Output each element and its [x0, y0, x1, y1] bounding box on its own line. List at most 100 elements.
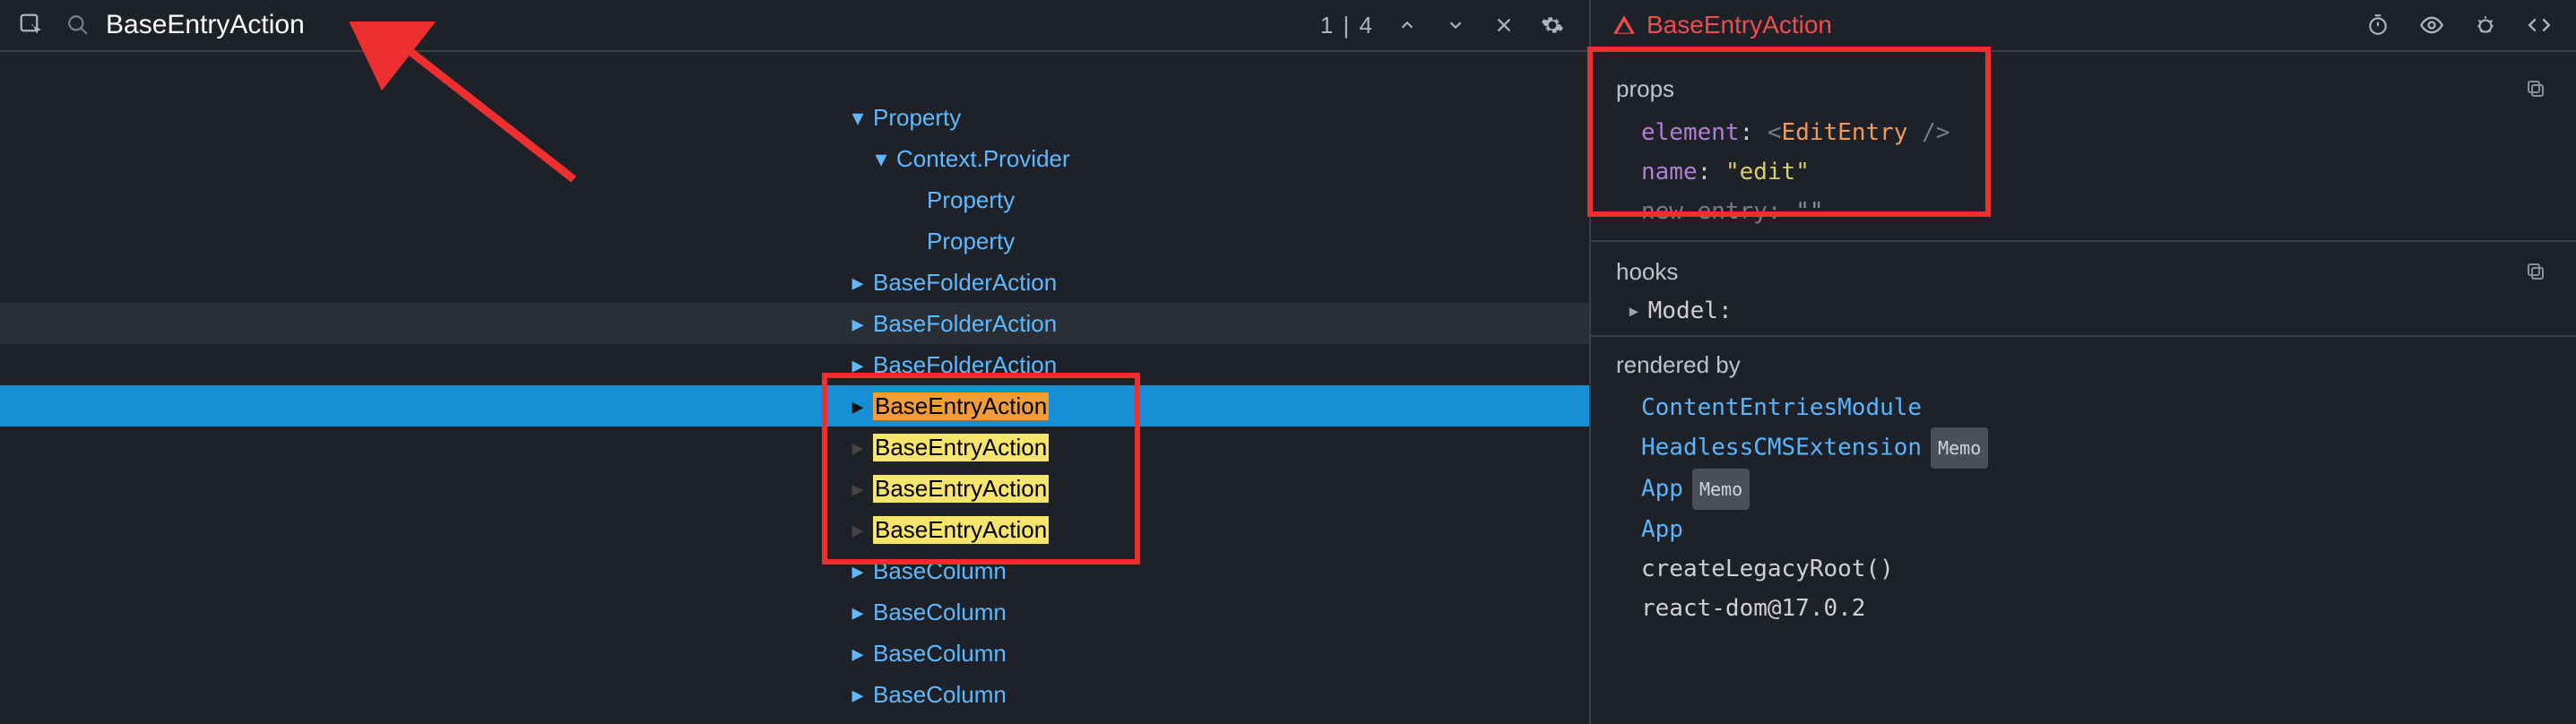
prop-key: element — [1641, 119, 1740, 146]
component-label: BaseFolderAction — [873, 310, 1057, 338]
hooks-section: hooks ▸Model: — [1591, 240, 2576, 326]
search-count: 1 | 4 — [1320, 12, 1374, 39]
search-controls: 1 | 4 — [1320, 10, 1589, 40]
component-tree[interactable]: ▾Property▾Context.ProviderPropertyProper… — [0, 52, 1589, 724]
inspect-element-icon[interactable] — [16, 10, 47, 40]
tree-row[interactable]: Property — [0, 220, 1589, 262]
tree-row[interactable]: Property — [0, 179, 1589, 220]
prop-key: new entry — [1641, 198, 1768, 225]
search-prev-icon[interactable] — [1392, 10, 1422, 40]
hook-model[interactable]: ▸Model: — [1591, 296, 2576, 326]
component-label: BaseColumn — [873, 599, 1007, 626]
prop-new-entry[interactable]: new entry: "" — [1591, 192, 2576, 231]
hooks-label: hooks — [1616, 258, 1678, 286]
caret-right-icon[interactable]: ▸ — [848, 434, 868, 461]
tree-row[interactable]: ▸BaseColumn — [0, 591, 1589, 633]
copy-hooks-icon[interactable] — [2520, 256, 2551, 287]
rendered-by-item-text: react-dom@17.0.2 — [1641, 595, 1865, 622]
prop-name[interactable]: name: "edit" — [1591, 152, 2576, 192]
view-source-icon[interactable] — [2524, 10, 2554, 40]
props-label: props — [1616, 75, 1674, 103]
inspector-title: BaseEntryAction — [1612, 11, 1832, 39]
tree-row[interactable]: ▸BaseColumn — [0, 550, 1589, 591]
caret-right-icon[interactable]: ▸ — [848, 269, 868, 297]
component-label: BaseFolderAction — [873, 269, 1057, 297]
rendered-by-item[interactable]: App — [1641, 510, 2576, 549]
rendered-by-label: rendered by — [1616, 351, 1741, 379]
rendered-by-item-text: App — [1641, 476, 1683, 503]
components-panel: 1 | 4 ▾Property▾Context.Provi — [0, 0, 1591, 724]
component-label: BaseEntryAction — [873, 516, 1049, 544]
rendered-by-list: ContentEntriesModule HeadlessCMSExtension… — [1591, 388, 2576, 628]
tree-row[interactable]: ▸BaseColumn — [0, 715, 1589, 724]
tree-row[interactable]: ▸BaseEntryAction — [0, 427, 1589, 468]
rendered-by-item-text: HeadlessCMSExtension — [1641, 435, 1922, 461]
component-label: Property — [927, 186, 1015, 214]
tree-row[interactable]: ▸BaseFolderAction — [0, 303, 1589, 344]
caret-down-icon[interactable]: ▾ — [871, 145, 891, 173]
caret-right-icon[interactable]: ▸ — [848, 516, 868, 544]
debug-icon[interactable] — [2470, 10, 2501, 40]
tree-row[interactable]: ▾Property — [0, 97, 1589, 138]
component-label: BaseFolderAction — [873, 351, 1057, 379]
rendered-by-item[interactable]: App Memo — [1641, 469, 2576, 510]
caret-right-icon[interactable]: ▸ — [848, 681, 868, 709]
caret-right-icon[interactable]: ▸ — [848, 310, 868, 338]
copy-props-icon[interactable] — [2520, 73, 2551, 104]
tree-row[interactable]: ▸BaseEntryAction — [0, 509, 1589, 550]
prop-element-tag: EditEntry — [1782, 119, 1908, 146]
hook-model-label: Model — [1648, 297, 1718, 324]
suspend-icon[interactable] — [2363, 10, 2393, 40]
rendered-by-item-text: createLegacyRoot() — [1641, 556, 1894, 582]
component-label: BaseColumn — [873, 640, 1007, 668]
inspector-header: BaseEntryAction — [1591, 0, 2576, 52]
tree-row[interactable]: ▸BaseColumn — [0, 674, 1589, 715]
warning-icon — [1612, 13, 1636, 37]
component-label: Context.Provider — [896, 145, 1070, 173]
component-label: BaseEntryAction — [873, 475, 1049, 503]
search-bar: 1 | 4 — [0, 0, 1589, 52]
tree-row[interactable]: ▸BaseFolderAction — [0, 262, 1589, 303]
selected-component-name: BaseEntryAction — [1647, 11, 1832, 39]
settings-icon[interactable] — [1537, 10, 1568, 40]
component-label: BaseColumn — [873, 557, 1007, 585]
prop-key: name — [1641, 159, 1698, 185]
rendered-by-item-text: ContentEntriesModule — [1641, 394, 1922, 421]
component-label: BaseColumn — [873, 681, 1007, 709]
component-label: Property — [873, 104, 961, 132]
search-clear-icon[interactable] — [1489, 10, 1519, 40]
hooks-section-header: hooks — [1591, 251, 2576, 296]
prop-name-value: "edit" — [1725, 159, 1810, 185]
search-input[interactable] — [106, 10, 419, 40]
tree-row[interactable]: ▾Context.Provider — [0, 138, 1589, 179]
rendered-by-item[interactable]: ContentEntriesModule — [1641, 388, 2576, 427]
tree-row[interactable]: ▸BaseEntryAction — [0, 468, 1589, 509]
component-label: BaseEntryAction — [873, 392, 1049, 420]
caret-right-icon[interactable]: ▸ — [848, 475, 868, 503]
rendered-by-item: createLegacyRoot() — [1641, 549, 2576, 589]
prop-element[interactable]: element: <EditEntry /> — [1591, 113, 2576, 152]
caret-right-icon[interactable]: ▸ — [848, 557, 868, 585]
caret-right-icon[interactable]: ▸ — [848, 599, 868, 626]
tree-row[interactable]: ▸BaseColumn — [0, 633, 1589, 674]
rendered-by-item: react-dom@17.0.2 — [1641, 589, 2576, 628]
caret-right-icon[interactable]: ▸ — [848, 351, 868, 379]
search-icon — [63, 10, 93, 40]
memo-badge: Memo — [1692, 469, 1750, 510]
inspect-dom-icon[interactable] — [2416, 10, 2447, 40]
caret-right-icon[interactable]: ▸ — [848, 392, 868, 420]
component-label: BaseEntryAction — [873, 434, 1049, 461]
inspector-body: props element: <EditEntry /> name: "edit… — [1591, 52, 2576, 724]
search-input-wrap — [63, 10, 1304, 40]
tree-row[interactable]: ▸BaseFolderAction — [0, 344, 1589, 385]
rendered-by-section: rendered by ContentEntriesModule Headless… — [1591, 335, 2576, 628]
inspector-tools — [2363, 10, 2554, 40]
tree-row[interactable]: ▸BaseEntryAction — [0, 385, 1589, 427]
search-next-icon[interactable] — [1440, 10, 1471, 40]
component-label: Property — [927, 228, 1015, 255]
prop-newentry-value: "" — [1795, 198, 1823, 225]
caret-right-icon[interactable]: ▸ — [848, 640, 868, 668]
inspector-panel: BaseEntryAction — [1591, 0, 2576, 724]
rendered-by-item[interactable]: HeadlessCMSExtensionMemo — [1641, 427, 2576, 469]
caret-down-icon[interactable]: ▾ — [848, 104, 868, 132]
